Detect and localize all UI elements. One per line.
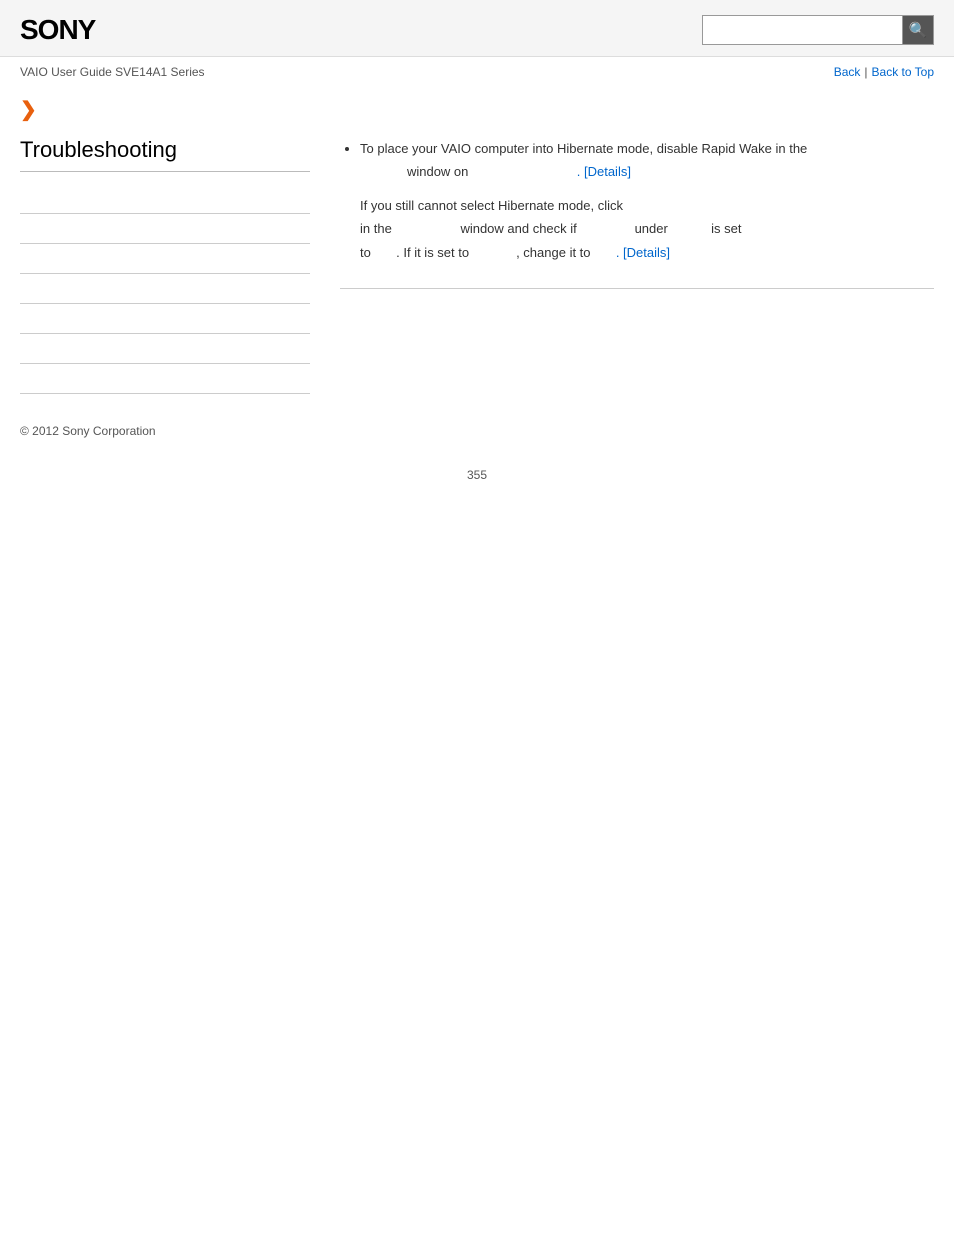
sony-logo: SONY — [20, 14, 95, 46]
bullet-text: To place your VAIO computer into Hiberna… — [360, 141, 807, 156]
list-item-1: To place your VAIO computer into Hiberna… — [360, 137, 934, 264]
search-input[interactable] — [702, 15, 902, 45]
window-on-prefix: window on — [407, 164, 468, 179]
sidebar-item-3[interactable] — [20, 244, 310, 274]
change-it-to: , change it to — [516, 245, 590, 260]
content-section: To place your VAIO computer into Hiberna… — [340, 137, 934, 289]
sidebar-title: Troubleshooting — [20, 137, 310, 172]
window-and-check: window and check if — [460, 221, 576, 236]
under-label: under — [635, 221, 668, 236]
content-block-2: If you still cannot select Hibernate mod… — [360, 194, 934, 264]
if-still-text: If you still cannot select Hibernate mod… — [360, 198, 623, 213]
if-set-to: . If it is set to — [396, 245, 469, 260]
is-set-label: is set — [711, 221, 741, 236]
main-content: Troubleshooting To place yo — [0, 127, 954, 394]
copyright: © 2012 Sony Corporation — [20, 424, 156, 438]
chevron-right-icon: ❯ — [20, 99, 37, 121]
breadcrumb-nav: Back | Back to Top — [834, 65, 934, 79]
page-number-value: 355 — [467, 468, 487, 482]
header: SONY 🔍 — [0, 0, 954, 57]
content-list: To place your VAIO computer into Hiberna… — [340, 137, 934, 264]
sidebar: Troubleshooting — [20, 127, 310, 394]
search-icon: 🔍 — [909, 21, 928, 39]
sidebar-item-6[interactable] — [20, 334, 310, 364]
content-area: To place your VAIO computer into Hiberna… — [340, 127, 934, 394]
footer: © 2012 Sony Corporation — [0, 394, 954, 448]
content-block-1: To place your VAIO computer into Hiberna… — [360, 137, 934, 184]
breadcrumb-bar: VAIO User Guide SVE14A1 Series Back | Ba… — [0, 57, 954, 87]
details-link-1[interactable]: . [Details] — [577, 164, 631, 179]
sidebar-item-2[interactable] — [20, 214, 310, 244]
in-the-prefix: in the — [360, 221, 392, 236]
back-link[interactable]: Back — [834, 65, 861, 79]
back-to-top-link[interactable]: Back to Top — [872, 65, 934, 79]
details-link-2[interactable]: . [Details] — [616, 245, 670, 260]
guide-title: VAIO User Guide SVE14A1 Series — [20, 65, 205, 79]
page-number: 355 — [0, 448, 954, 502]
sidebar-item-4[interactable] — [20, 274, 310, 304]
search-button[interactable]: 🔍 — [902, 15, 934, 45]
search-area: 🔍 — [702, 15, 934, 45]
expand-arrow[interactable]: ❯ — [0, 87, 954, 127]
sidebar-item-5[interactable] — [20, 304, 310, 334]
sidebar-item-1[interactable] — [20, 184, 310, 214]
sidebar-item-7[interactable] — [20, 364, 310, 394]
to-prefix: to — [360, 245, 371, 260]
nav-separator: | — [864, 65, 867, 79]
